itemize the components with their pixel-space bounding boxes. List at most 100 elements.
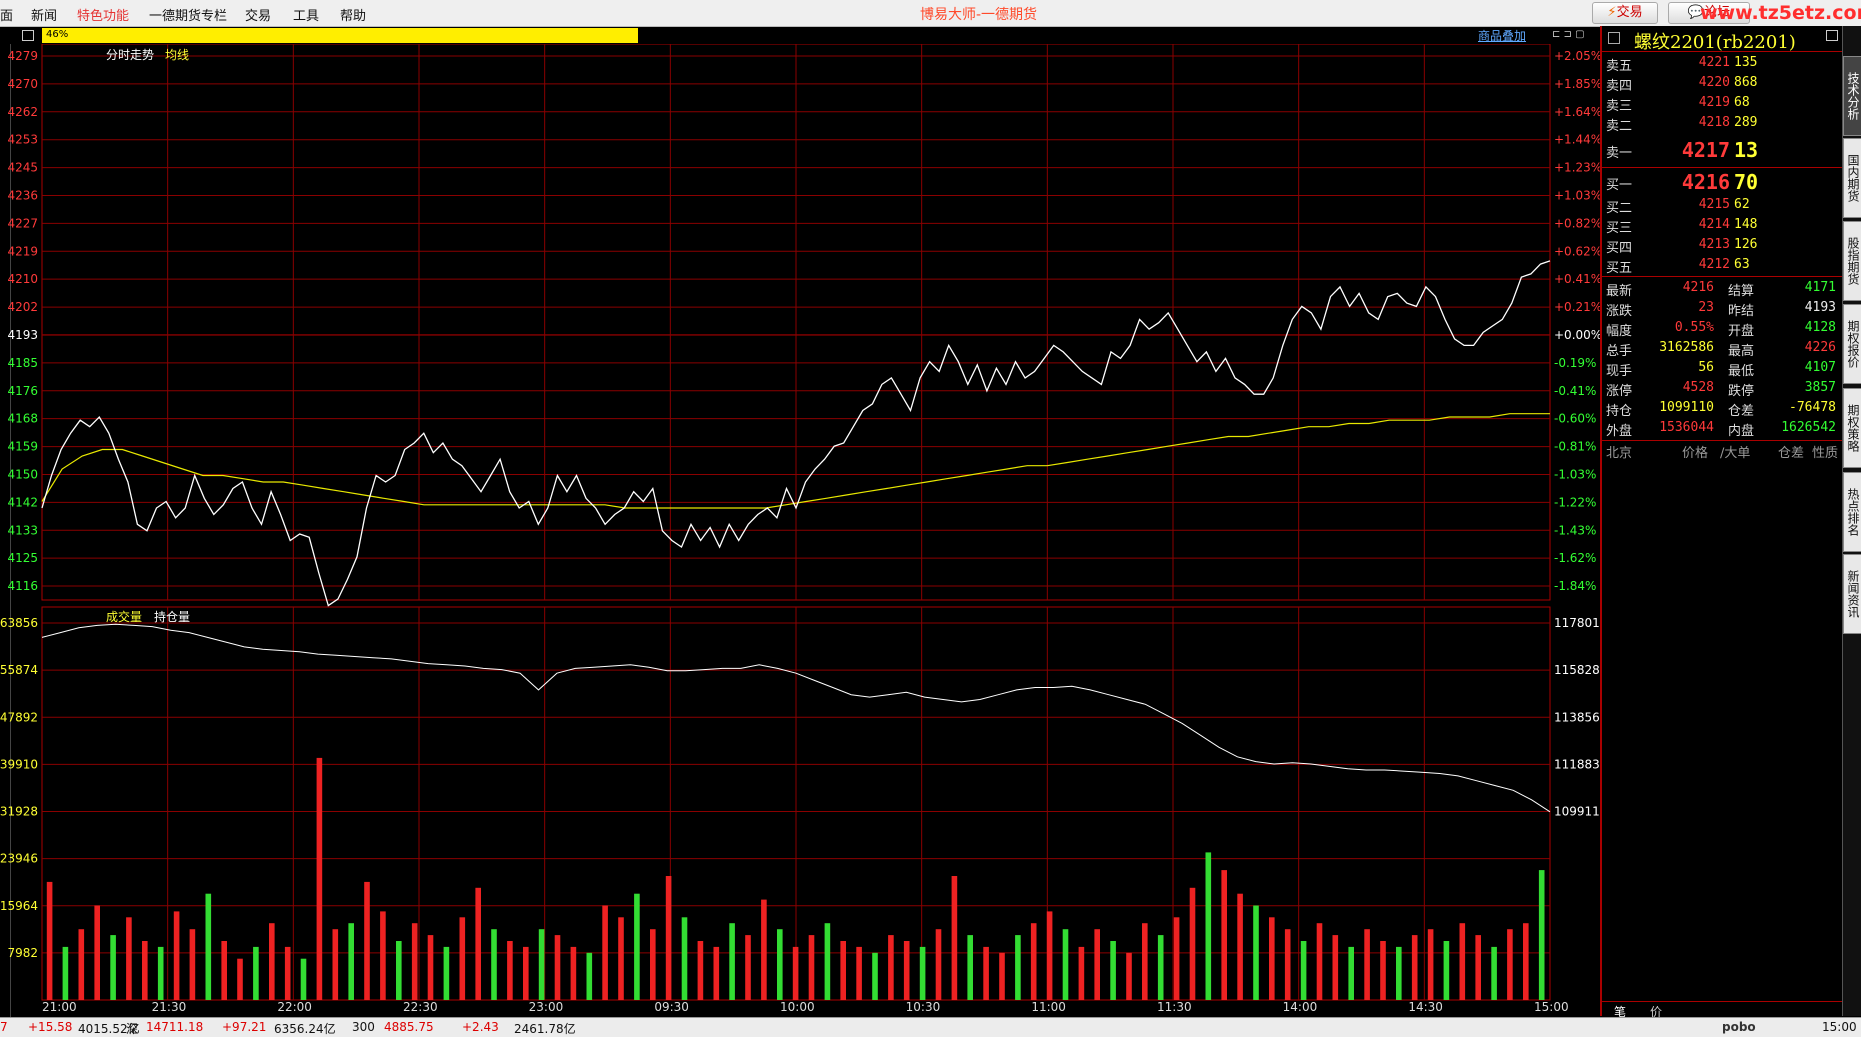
volume-bar bbox=[1094, 929, 1100, 1000]
time-tick-label: 14:00 bbox=[1282, 1000, 1318, 1014]
stat-value: 3857 bbox=[1804, 380, 1836, 395]
volume-bar bbox=[300, 958, 307, 1000]
percent-tick-label: +0.00% bbox=[1554, 328, 1600, 342]
volume-bar bbox=[1459, 923, 1466, 1000]
stat-label: 幅度 bbox=[1606, 324, 1633, 339]
price-tick-label: 4245 bbox=[7, 161, 38, 175]
ask-price: 4217 bbox=[1681, 138, 1730, 162]
volume-bar bbox=[380, 911, 386, 1000]
oi-tick-label: 1158285 bbox=[1554, 663, 1600, 677]
status-item: 14711.18 bbox=[146, 1020, 204, 1034]
trade-button[interactable]: ⚡交易 bbox=[1592, 2, 1658, 24]
volume-tick-label: 31928 bbox=[0, 805, 38, 819]
stat-value: 4193 bbox=[1804, 300, 1836, 315]
volume-bar bbox=[538, 929, 545, 1000]
trend-label: 分时走势 bbox=[106, 48, 154, 62]
status-item: 深 bbox=[126, 1022, 139, 1036]
side-tab[interactable]: 国内期货 bbox=[1843, 138, 1861, 218]
stat-value: 0.55% bbox=[1674, 320, 1714, 335]
price-tick-label: 4150 bbox=[7, 467, 38, 481]
time-tick-label: 22:30 bbox=[403, 1000, 438, 1014]
price-tick-label: 4253 bbox=[7, 133, 38, 147]
volume-bar bbox=[1300, 941, 1307, 1000]
side-tab[interactable]: 股指期货 bbox=[1843, 221, 1861, 301]
price-tick-label: 4168 bbox=[7, 412, 38, 426]
panel-restore-icon[interactable] bbox=[22, 30, 34, 41]
volume-bar bbox=[221, 941, 227, 1000]
stat-label: 涨停 bbox=[1606, 384, 1633, 399]
menu-item-trade[interactable]: 交易 bbox=[245, 5, 271, 24]
stat-value: -76478 bbox=[1789, 400, 1836, 415]
percent-tick-label: -1.22% bbox=[1554, 495, 1596, 509]
side-tab[interactable]: 新闻资讯 bbox=[1843, 554, 1861, 634]
stat-value: 1099110 bbox=[1659, 400, 1714, 415]
stat-value: 56 bbox=[1698, 360, 1714, 375]
tick-header-nature: 性质 bbox=[1812, 446, 1839, 461]
bid-volume: 70 bbox=[1734, 170, 1759, 194]
bid-volume: 62 bbox=[1734, 197, 1750, 212]
ask-volume: 13 bbox=[1734, 138, 1759, 162]
volume-tick-label: 47892 bbox=[0, 710, 38, 724]
volume-bar bbox=[189, 929, 196, 1000]
bid-price: 4215 bbox=[1698, 197, 1730, 212]
bid-label: 买一 bbox=[1606, 178, 1633, 193]
bid-volume: 148 bbox=[1734, 217, 1758, 232]
stat-value: 1626542 bbox=[1781, 420, 1836, 435]
menu-item-column[interactable]: 一德期货专栏 bbox=[149, 5, 227, 24]
volume-bar bbox=[1475, 935, 1481, 1000]
volume-bar bbox=[808, 935, 815, 1000]
percent-tick-label: -0.81% bbox=[1554, 440, 1596, 454]
ask-volume: 135 bbox=[1734, 55, 1758, 70]
separator bbox=[1602, 51, 1842, 52]
ask-label: 卖二 bbox=[1606, 119, 1633, 134]
time-tick-label: 11:00 bbox=[1031, 1000, 1066, 1014]
volume-bar bbox=[1364, 929, 1370, 1000]
menu-bar: 面 新闻 特色功能 一德期货专栏 交易 工具 帮助 博易大师-一德期货 ⚡交易 … bbox=[0, 0, 1861, 27]
volume-bar bbox=[777, 929, 783, 1000]
price-tick-label: 4227 bbox=[7, 216, 38, 230]
stat-label: 持仓 bbox=[1606, 404, 1633, 419]
side-tab[interactable]: 期权报价 bbox=[1843, 304, 1861, 384]
volume-bar bbox=[903, 941, 910, 1000]
quote-panel-icon[interactable] bbox=[1608, 32, 1620, 44]
separator bbox=[1602, 440, 1842, 441]
app-title: 博易大师-一德期货 bbox=[920, 7, 1038, 23]
time-tick-label: 10:00 bbox=[780, 1000, 815, 1014]
volume-bar bbox=[1348, 946, 1354, 1000]
percent-tick-label: -1.84% bbox=[1554, 579, 1596, 593]
volume-bar bbox=[269, 923, 275, 1000]
percent-tick-label: +0.41% bbox=[1554, 272, 1600, 286]
menu-item-0[interactable]: 面 bbox=[0, 5, 13, 24]
volume-bar bbox=[1173, 917, 1180, 1000]
price-tick-label: 4185 bbox=[7, 356, 38, 370]
bid-label: 买五 bbox=[1606, 261, 1633, 276]
volume-bar bbox=[1284, 929, 1291, 1000]
zoom-icons[interactable]: ⊏ ⊐ ▢ bbox=[1552, 29, 1585, 40]
menu-item-news[interactable]: 新闻 bbox=[31, 5, 57, 24]
side-tab[interactable]: 期权策略 bbox=[1843, 388, 1861, 468]
volume-bar bbox=[1507, 929, 1513, 1000]
menu-item-special[interactable]: 特色功能 bbox=[77, 5, 129, 24]
side-tab[interactable]: 技术分析 bbox=[1843, 56, 1861, 136]
intraday-chart[interactable]: 4279 +2.05% 4270 +1.85% 4262 +1.64% 4253 +1.44%… bbox=[0, 44, 1600, 1016]
stat-value: 4528 bbox=[1682, 380, 1714, 395]
commodity-overlay-link[interactable]: 商品叠加 bbox=[1478, 27, 1526, 44]
time-axis: 21:00 21:30 22:00 22:30 23:00 09:30 10:00 10:30… bbox=[42, 1000, 1569, 1016]
menu-item-help[interactable]: 帮助 bbox=[340, 5, 366, 24]
side-tab[interactable]: 热点排名 bbox=[1843, 472, 1861, 552]
status-item: 6356.24亿 bbox=[274, 1022, 336, 1036]
quote-restore-icon[interactable] bbox=[1826, 30, 1838, 41]
volume-bar bbox=[1142, 923, 1148, 1000]
volume-bar bbox=[491, 929, 497, 1000]
volume-bar bbox=[1269, 917, 1275, 1000]
percent-tick-label: -0.41% bbox=[1554, 384, 1596, 398]
volume-bar bbox=[1126, 952, 1132, 1000]
bid-price: 4212 bbox=[1698, 257, 1730, 272]
percent-tick-label: +2.05% bbox=[1554, 49, 1600, 63]
ask-volume: 68 bbox=[1734, 95, 1750, 110]
stat-label: 总手 bbox=[1606, 344, 1633, 359]
volume-bar bbox=[427, 935, 434, 1000]
menu-item-tools[interactable]: 工具 bbox=[293, 5, 319, 24]
volume-bar bbox=[205, 893, 212, 1000]
time-tick-label: 21:30 bbox=[151, 1000, 187, 1014]
